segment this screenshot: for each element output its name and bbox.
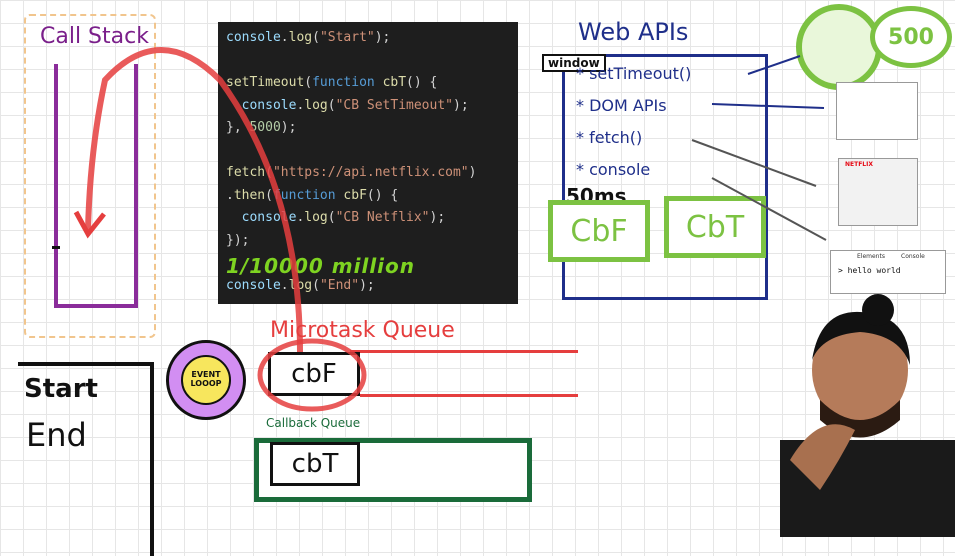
cbf-to-callstack-arrow [85, 47, 303, 353]
dom-connector [711, 103, 825, 109]
console-connector [711, 177, 827, 241]
arrows-overlay [73, 47, 827, 412]
fetch-connector [691, 139, 817, 187]
cbf-highlight-ring [257, 338, 367, 412]
settimeout-connector [747, 55, 801, 75]
